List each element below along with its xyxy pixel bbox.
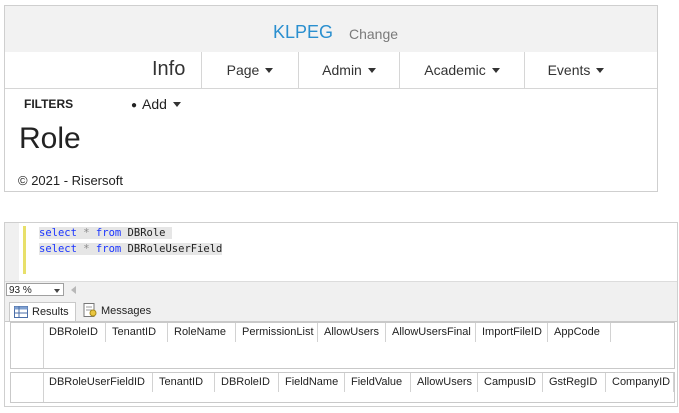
query-editor[interactable]: select * from DBRole select * from DBRol… <box>5 223 677 281</box>
column-header[interactable]: PermissionList <box>236 323 318 342</box>
column-header[interactable]: TenantID <box>153 373 215 392</box>
operator: * <box>83 243 90 255</box>
table-name: DBRole <box>127 227 166 239</box>
editor-gutter <box>5 223 19 281</box>
nav-events-label: Events <box>547 62 591 78</box>
web-page-panel: KLPEG Change Info Page Admin Academic Ev… <box>4 5 658 192</box>
add-label: Add <box>142 96 167 112</box>
column-header[interactable]: AllowUsers <box>411 373 478 392</box>
filters-label: FILTERS <box>24 97 74 111</box>
results-tabs: Results Messages <box>5 299 677 322</box>
operator: * <box>83 227 90 239</box>
keyword: from <box>95 227 122 239</box>
nav-bar: Info Page Admin Academic Events <box>5 52 657 89</box>
nav-admin-dropdown[interactable]: Admin <box>298 52 399 88</box>
scroll-left-icon[interactable] <box>71 286 76 294</box>
keyword: select <box>39 227 77 239</box>
nav-page-label: Page <box>226 62 260 78</box>
column-header[interactable]: ImportFileID <box>476 323 548 342</box>
column-header[interactable]: DBRoleID <box>43 323 106 342</box>
caret-down-icon <box>491 68 500 73</box>
change-link[interactable]: Change <box>349 26 398 42</box>
ssms-query-window: select * from DBRole select * from DBRol… <box>4 222 678 407</box>
nav-academic-dropdown[interactable]: Academic <box>399 52 524 88</box>
table-name: DBRoleUserField <box>127 243 223 255</box>
column-header[interactable]: FieldValue <box>345 373 411 392</box>
bullet-icon: ● <box>131 100 138 111</box>
query-line-1[interactable]: select * from DBRole <box>39 227 172 239</box>
row-number-column <box>11 323 44 368</box>
column-header[interactable]: CampusID <box>478 373 543 392</box>
nav-page-dropdown[interactable]: Page <box>201 52 298 88</box>
change-marker <box>23 226 26 274</box>
caret-down-icon <box>172 102 181 107</box>
nav-info[interactable]: Info <box>152 58 185 81</box>
footer-copyright: © 2021 - Risersoft <box>18 173 123 188</box>
nav-admin-label: Admin <box>322 62 362 78</box>
tab-messages[interactable]: Messages <box>79 302 157 321</box>
tab-messages-label: Messages <box>101 305 152 317</box>
caret-down-icon <box>265 68 274 73</box>
results-grid-2[interactable]: DBRoleUserFieldID TenantID DBRoleID Fiel… <box>10 372 675 403</box>
tab-results-label: Results <box>32 306 69 318</box>
nav-academic-label: Academic <box>424 62 486 78</box>
add-dropdown[interactable]: ● Add <box>131 96 181 112</box>
column-header[interactable]: DBRoleUserFieldID <box>43 373 153 392</box>
nav-events-dropdown[interactable]: Events <box>524 52 627 88</box>
zoom-value: 93 % <box>9 285 32 296</box>
dropdown-arrow-icon <box>54 289 60 293</box>
top-bar: KLPEG Change <box>5 6 657 53</box>
messages-icon <box>83 303 97 323</box>
column-header[interactable]: GstRegID <box>543 373 606 392</box>
column-header[interactable]: RoleName <box>168 323 236 342</box>
query-line-2[interactable]: select * from DBRoleUserField <box>39 243 223 255</box>
caret-down-icon <box>596 68 605 73</box>
zoom-select[interactable]: 93 % <box>6 283 64 296</box>
column-header[interactable]: AllowUsersFinal <box>386 323 476 342</box>
column-header[interactable]: AllowUsers <box>318 323 386 342</box>
tab-results[interactable]: Results <box>9 302 76 321</box>
row-number-column <box>11 373 44 402</box>
column-header[interactable]: FieldName <box>279 373 345 392</box>
zoom-bar: 93 % <box>5 281 677 299</box>
caret-down-icon <box>367 68 376 73</box>
brand-link[interactable]: KLPEG <box>273 22 333 43</box>
column-header[interactable]: CompanyID <box>606 373 674 392</box>
keyword: select <box>39 243 77 255</box>
column-header[interactable]: DBRoleID <box>215 373 279 392</box>
column-header[interactable]: AppCode <box>548 323 611 342</box>
page-title: Role <box>19 122 81 155</box>
keyword: from <box>95 243 122 255</box>
results-grid-1[interactable]: DBRoleID TenantID RoleName PermissionLis… <box>10 322 675 369</box>
column-header[interactable]: TenantID <box>106 323 168 342</box>
